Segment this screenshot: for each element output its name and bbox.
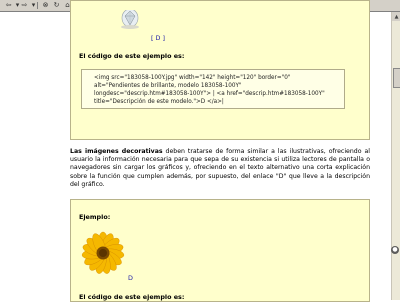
back-arrow-icon: ⇦ [5, 1, 12, 9]
paragraph-lead: Las imágenes decorativas [70, 148, 163, 155]
vertical-scrollbar[interactable]: ▲ [391, 12, 400, 300]
side-marker-icon[interactable]: ● [391, 246, 399, 254]
stop-icon: ⊗ [42, 1, 49, 9]
stop-button[interactable]: ⊗ [41, 1, 50, 10]
refresh-icon: ↻ [53, 1, 60, 9]
forward-button[interactable]: ⇨ [20, 1, 29, 10]
code-sample: <img src="183058-100Y.jpg" width="142" h… [81, 69, 345, 109]
chevron-down-icon: ▾ [15, 1, 20, 9]
flower-description-d-link[interactable]: D [128, 274, 133, 282]
earrings-image [117, 10, 143, 30]
scroll-thumb[interactable] [393, 68, 400, 88]
code-heading: El código de este ejemplo es: [79, 52, 185, 60]
toolbar-separator [37, 2, 38, 9]
refresh-button[interactable]: ↻ [52, 1, 61, 10]
chevron-down-icon: ▾ [31, 1, 36, 9]
forward-arrow-icon: ⇨ [21, 1, 28, 9]
example-panel-jewelry: [ D ] El código de este ejemplo es: <img… [70, 0, 370, 140]
example-panel-flower: Ejemplo: D El código de este ejemplo es: [70, 199, 370, 302]
description-d-link[interactable]: [ D ] [151, 34, 165, 42]
decorative-images-paragraph: Las imágenes decorativas deben tratarse … [70, 148, 370, 189]
flower-image [79, 230, 127, 276]
example-label: Ejemplo: [79, 213, 111, 221]
scroll-up-icon[interactable]: ▲ [392, 12, 400, 21]
back-button[interactable]: ⇦ [4, 1, 13, 10]
